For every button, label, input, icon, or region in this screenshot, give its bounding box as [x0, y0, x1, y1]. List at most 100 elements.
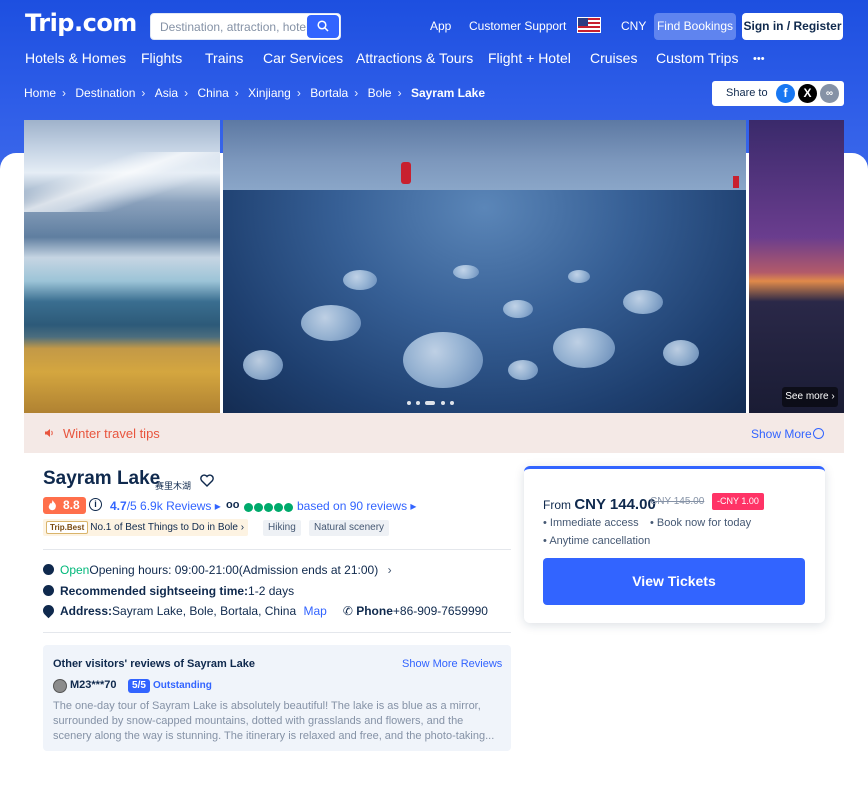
nav-flight-hotel[interactable]: Flight + Hotel	[488, 50, 571, 66]
nav-hotels[interactable]: Hotels & Homes	[25, 50, 126, 66]
share-label: Share to	[726, 87, 768, 99]
nav-trains[interactable]: Trains	[205, 50, 243, 66]
tripadvisor-text: based on 90 reviews	[297, 499, 408, 513]
trip-logo[interactable]: Trip.com	[25, 9, 137, 37]
info-circle-icon	[43, 585, 54, 596]
rating-suffix: /5	[126, 499, 137, 513]
address-value: Sayram Lake, Bole, Bortala, China	[112, 604, 297, 618]
gallery-dot[interactable]	[441, 401, 445, 405]
breadcrumb-bortala[interactable]: Bortala	[310, 86, 348, 100]
review-count: 6.9k Reviews	[140, 499, 212, 513]
gallery-image-sunset[interactable]	[749, 120, 844, 413]
gallery-dot[interactable]	[416, 401, 420, 405]
tips-show-more[interactable]: Show More	[751, 427, 812, 441]
breadcrumb-home[interactable]: Home	[24, 86, 56, 100]
heart-icon[interactable]	[200, 474, 214, 487]
phone-icon: ✆	[342, 604, 353, 618]
attraction-title: Sayram Lake	[43, 468, 161, 489]
currency-selector[interactable]: CNY	[621, 19, 646, 33]
photo-gallery: See more ›	[24, 120, 844, 413]
speaker-icon	[45, 429, 53, 437]
phone-value: +86-909-7659990	[392, 604, 488, 618]
review-user: M23***70	[70, 679, 117, 691]
feature-label: Immediate access	[549, 517, 639, 529]
tag-hiking: Hiking	[263, 520, 301, 536]
price-card: From CNY 144.00 CNY 145.00 -CNY 1.00 • I…	[524, 466, 825, 623]
gallery-dot-active[interactable]	[425, 401, 435, 405]
top-bar: Trip.com Destination, attraction, hotel.…	[0, 0, 868, 48]
chevron-right-icon: ›	[296, 86, 301, 100]
reviews-title: Other visitors' reviews of Sayram Lake	[53, 658, 255, 670]
travel-tips-bar: Winter travel tips Show More	[24, 413, 844, 453]
search-button[interactable]	[307, 15, 339, 38]
review-body[interactable]: The one-day tour of Sayram Lake is absol…	[53, 699, 503, 744]
gallery-image-mountains[interactable]	[24, 120, 220, 413]
chevron-right-icon: ›	[62, 86, 67, 100]
customer-support-link[interactable]: Customer Support	[469, 19, 566, 33]
gallery-dot[interactable]	[407, 401, 411, 405]
rating-summary[interactable]: 4.7/5 6.9k Reviews ▸	[110, 499, 221, 513]
link-icon[interactable]: ∞	[820, 84, 839, 103]
breadcrumb-destination[interactable]: Destination	[75, 86, 135, 100]
nav-car-services[interactable]: Car Services	[263, 50, 343, 66]
clock-icon	[43, 564, 54, 575]
tips-text[interactable]: Winter travel tips	[63, 426, 160, 441]
see-more-label: See more	[785, 391, 829, 402]
breadcrumb-china[interactable]: China	[197, 86, 228, 100]
find-bookings-button[interactable]: Find Bookings	[654, 13, 736, 40]
skater-figure	[401, 162, 411, 184]
nav-custom-trips[interactable]: Custom Trips	[656, 50, 738, 66]
nav-more-icon[interactable]: •••	[753, 53, 765, 65]
attraction-title-cn: 赛里木湖	[155, 481, 192, 491]
review-score: 5/5	[128, 679, 150, 693]
nav-attractions[interactable]: Attractions & Tours	[356, 50, 473, 66]
app-link[interactable]: App	[430, 19, 451, 33]
us-flag-icon[interactable]	[577, 17, 601, 33]
price-from: From CNY 144.00	[543, 496, 656, 513]
tripadvisor-reviews-link[interactable]: based on 90 reviews ▸	[297, 499, 416, 513]
sign-in-button[interactable]: Sign in / Register	[742, 13, 843, 40]
facebook-icon[interactable]: f	[776, 84, 795, 103]
breadcrumb-bole[interactable]: Bole	[368, 86, 392, 100]
breadcrumb-xinjiang[interactable]: Xinjiang	[248, 86, 291, 100]
price-value: CNY 144.00	[574, 496, 656, 513]
view-tickets-button[interactable]: View Tickets	[543, 558, 805, 605]
breadcrumb-asia[interactable]: Asia	[155, 86, 178, 100]
chevron-circle-icon[interactable]	[813, 428, 824, 439]
feature-item: • Anytime cancellation	[543, 535, 651, 547]
sightseeing-value: 1-2 days	[248, 584, 295, 598]
tripadvisor-rating	[244, 501, 294, 515]
nav-cruises[interactable]: Cruises	[590, 50, 637, 66]
show-more-reviews-link[interactable]: Show More Reviews	[402, 658, 502, 670]
chevron-right-icon: ›	[397, 86, 402, 100]
trip-best-text: No.1 of Best Things to Do in Bole	[90, 522, 238, 533]
feature-label: Book now for today	[656, 517, 752, 529]
map-link[interactable]: Map	[303, 604, 326, 618]
breadcrumb-current: Sayram Lake	[410, 86, 485, 100]
reviews-box: Other visitors' reviews of Sayram Lake S…	[43, 645, 511, 751]
see-more-button[interactable]: See more ›	[782, 387, 838, 407]
old-price: CNY 145.00	[650, 496, 705, 507]
divider	[43, 549, 511, 550]
breadcrumb: Home › Destination › Asia › China › Xinjiang…	[24, 86, 485, 100]
x-icon[interactable]: X	[798, 84, 817, 103]
info-icon[interactable]: i	[89, 498, 102, 511]
phone-label: Phone	[356, 604, 393, 618]
search-input[interactable]: Destination, attraction, hotel.	[160, 20, 310, 34]
trip-best-badge[interactable]: Trip.Best No.1 of Best Things to Do in Bo…	[43, 519, 249, 536]
tag-natural-scenery: Natural scenery	[309, 520, 390, 536]
gallery-dot[interactable]	[450, 401, 454, 405]
avatar	[53, 679, 67, 693]
caret-right-icon: ▸	[410, 499, 417, 513]
address-label: Address:	[60, 604, 113, 618]
from-label: From	[543, 498, 571, 512]
chevron-right-icon: ›	[354, 86, 359, 100]
open-status: Open	[60, 563, 90, 577]
share-box: Share to f X ∞	[712, 81, 844, 106]
fire-icon	[48, 500, 56, 511]
search-box[interactable]: Destination, attraction, hotel.	[150, 13, 341, 40]
nav-flights[interactable]: Flights	[141, 50, 182, 66]
review-score-label: Outstanding	[153, 680, 212, 691]
gallery-image-main[interactable]	[223, 120, 746, 413]
skater-figure	[733, 176, 739, 188]
